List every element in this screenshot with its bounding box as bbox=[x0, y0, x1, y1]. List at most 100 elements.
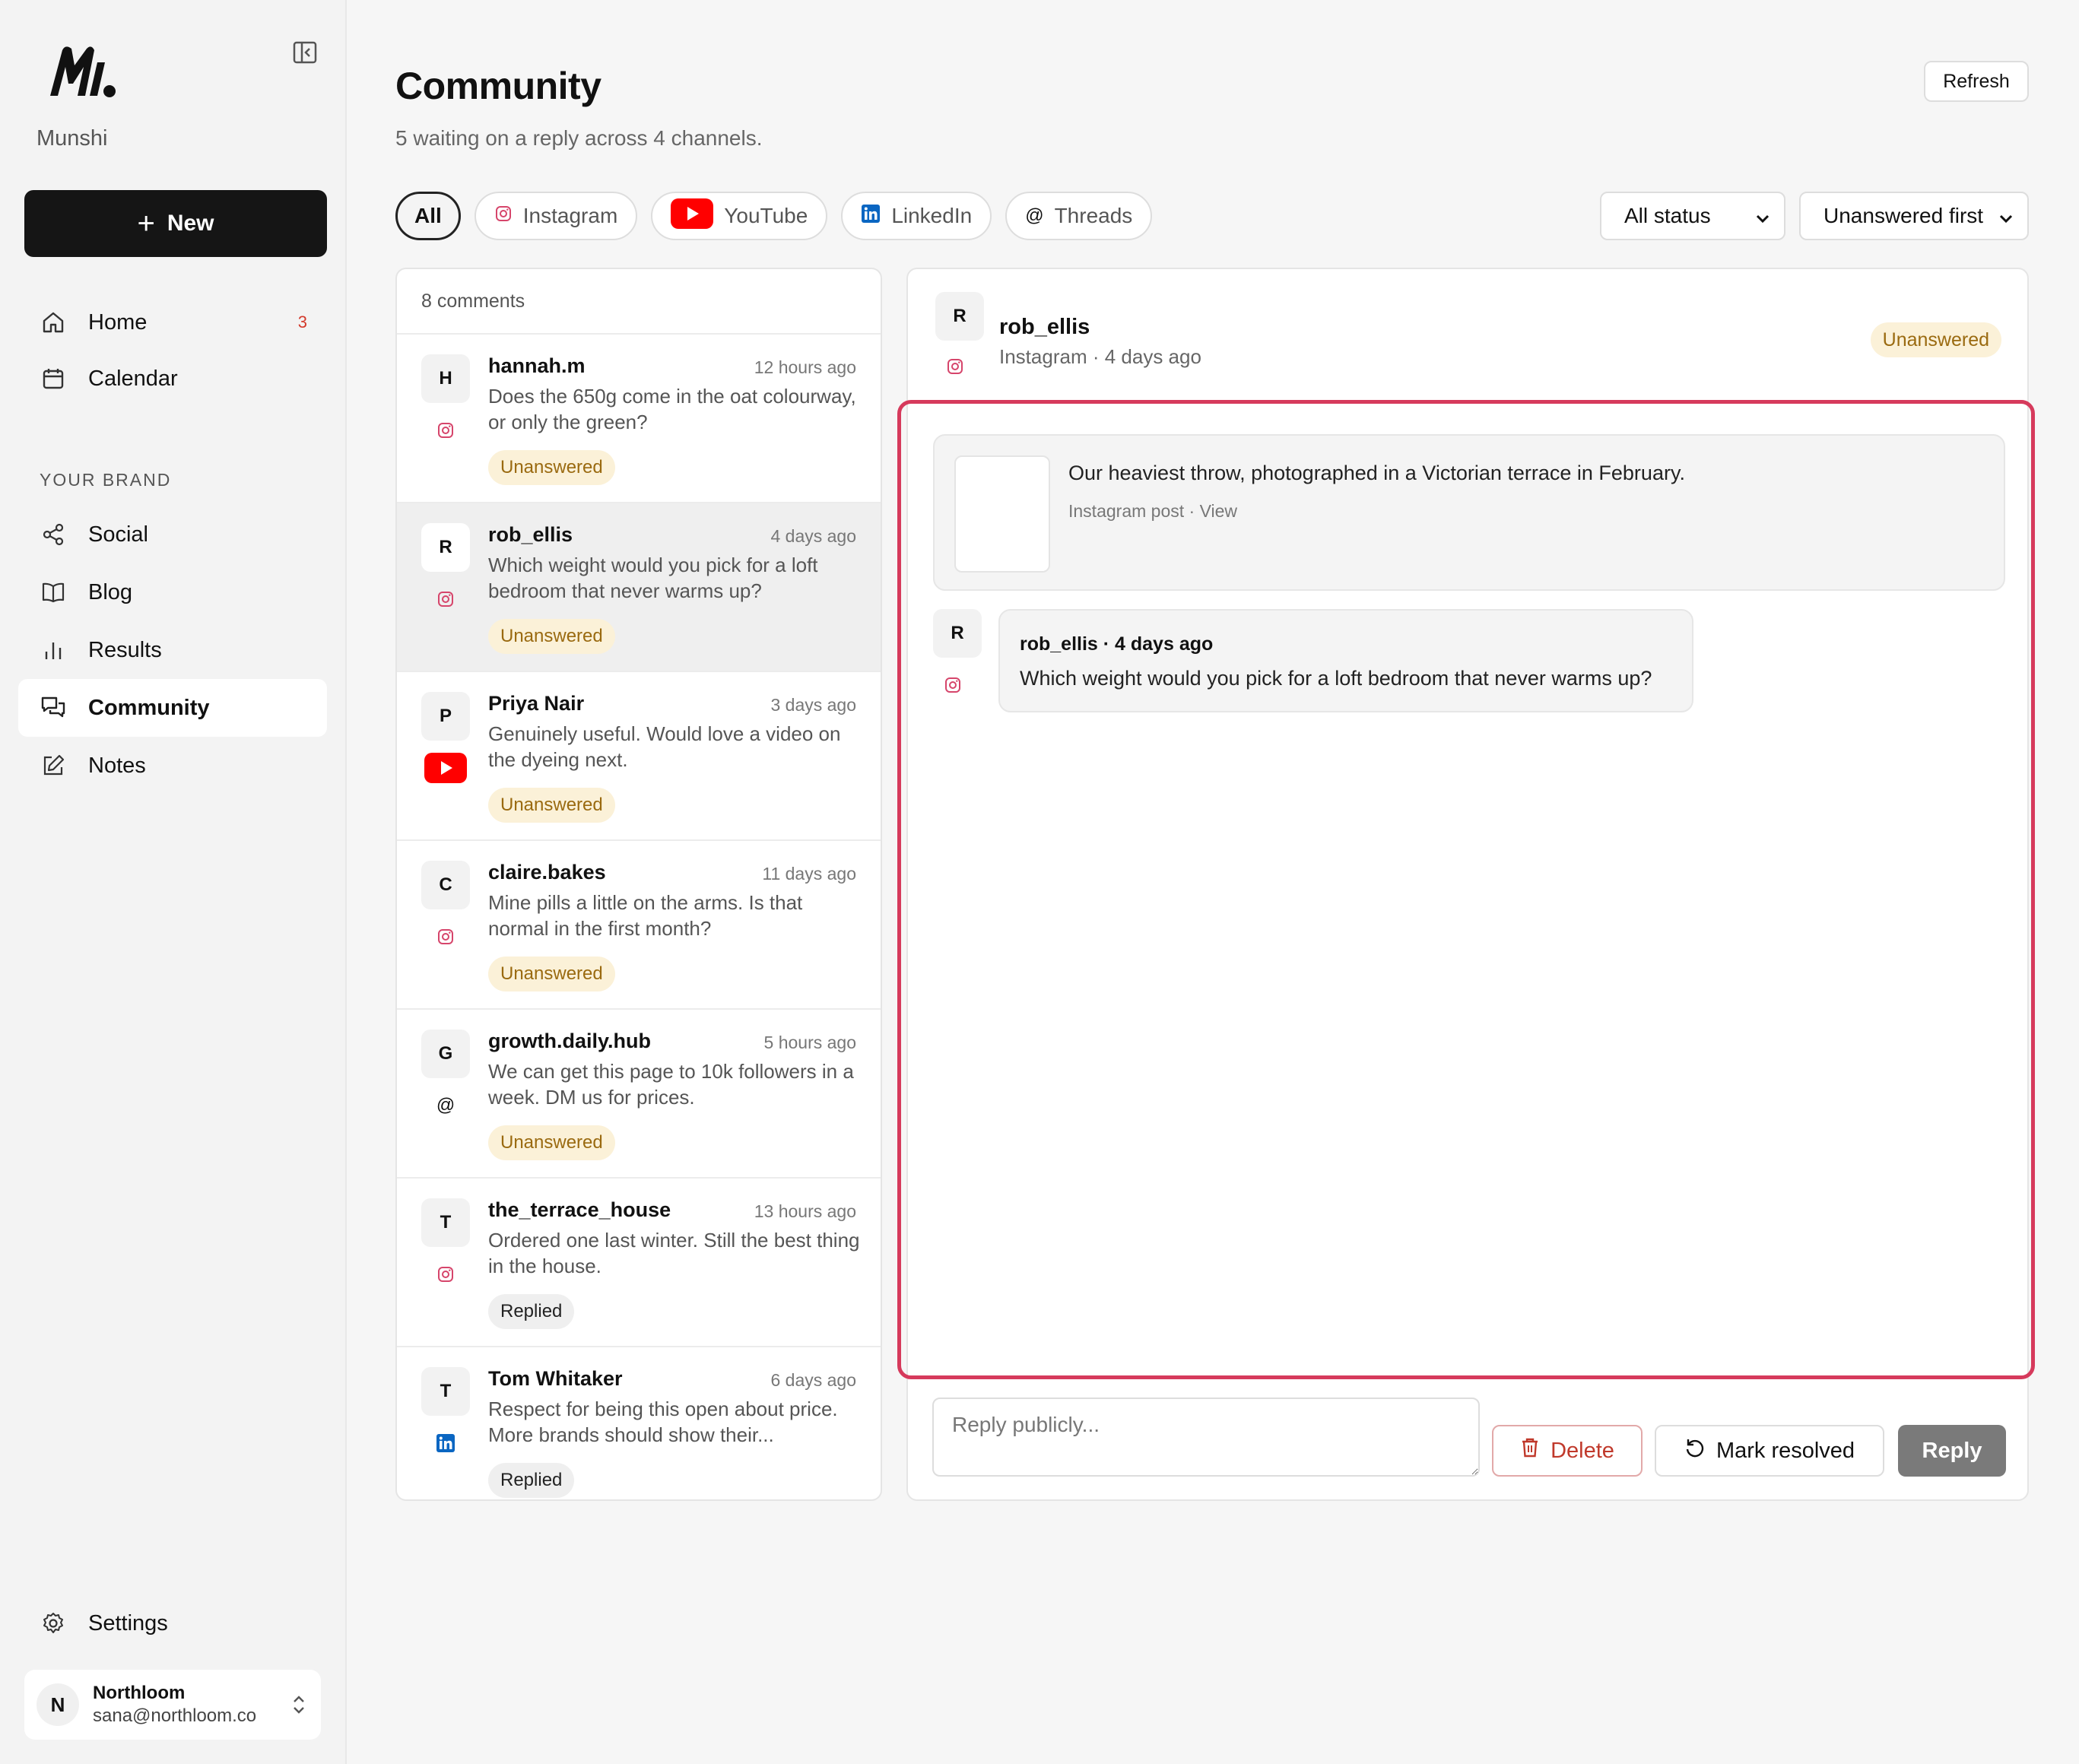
post-caption: Our heaviest throw, photographed in a Vi… bbox=[1068, 462, 1685, 484]
instagram-icon bbox=[424, 584, 467, 614]
chip-threads[interactable]: @ Threads bbox=[1005, 192, 1153, 240]
chip-label: All bbox=[414, 204, 442, 227]
comment-time: 5 hours ago bbox=[763, 1033, 856, 1052]
brand-name: Munshi bbox=[37, 126, 108, 151]
chip-all[interactable]: All bbox=[395, 192, 461, 240]
avatar: T bbox=[421, 1367, 470, 1416]
mark-resolved-label: Mark resolved bbox=[1716, 1438, 1855, 1463]
munshi-logo[interactable] bbox=[47, 44, 117, 99]
list-item[interactable]: T Tom Whitaker 6 days ago Respect for be… bbox=[397, 1347, 881, 1499]
detail-meta: Instagram · 4 days ago bbox=[999, 345, 1201, 368]
instagram-icon bbox=[944, 676, 962, 698]
chevron-up-down-icon bbox=[290, 1693, 307, 1721]
comment-time: 4 days ago bbox=[770, 526, 856, 546]
chip-label: YouTube bbox=[724, 204, 808, 227]
sidebar-item-social[interactable]: Social bbox=[18, 506, 327, 563]
home-icon bbox=[40, 309, 67, 336]
avatar: R bbox=[933, 609, 982, 658]
chevron-down-icon bbox=[1754, 208, 1772, 233]
comment-author: claire.bakes bbox=[488, 861, 606, 884]
instagram-icon bbox=[424, 1259, 467, 1290]
comment-author: growth.daily.hub bbox=[488, 1030, 651, 1052]
list-item[interactable]: H hannah.m 12 hours ago Does the 650g co… bbox=[397, 335, 881, 503]
edit-icon bbox=[40, 752, 67, 779]
avatar: P bbox=[421, 692, 470, 741]
comment-author: Priya Nair bbox=[488, 692, 585, 715]
chip-instagram[interactable]: Instagram bbox=[474, 192, 638, 240]
main-nav: Home 3 Calendar bbox=[18, 294, 327, 407]
list-item[interactable]: T the_terrace_house 13 hours ago Ordered… bbox=[397, 1179, 881, 1347]
status-badge: Unanswered bbox=[488, 788, 615, 823]
sidebar-item-results[interactable]: Results bbox=[18, 621, 327, 679]
status-badge: Replied bbox=[488, 1294, 575, 1329]
collapse-sidebar-icon[interactable] bbox=[292, 40, 318, 65]
list-item[interactable]: P Priya Nair 3 days ago Genuinely useful… bbox=[397, 672, 881, 841]
avatar: R bbox=[935, 292, 984, 341]
sidebar-item-calendar[interactable]: Calendar bbox=[18, 351, 327, 407]
comment-count: 8 comments bbox=[397, 269, 881, 335]
comment-author: hannah.m bbox=[488, 354, 586, 377]
comment-time: 6 days ago bbox=[770, 1370, 856, 1390]
book-icon bbox=[40, 579, 67, 606]
sidebar-item-label: Settings bbox=[88, 1610, 168, 1636]
status-badge: Unanswered bbox=[488, 1125, 615, 1160]
sidebar-item-community[interactable]: Community bbox=[18, 679, 327, 737]
rotate-ccw-icon bbox=[1684, 1437, 1706, 1464]
sidebar: Munshi + New Home 3 Calendar YOUR BRAND … bbox=[0, 0, 347, 1764]
instagram-icon bbox=[424, 415, 467, 446]
instagram-icon bbox=[946, 357, 964, 379]
sidebar-item-settings[interactable]: Settings bbox=[18, 1595, 327, 1651]
account-switcher[interactable]: N Northloom sana@northloom.co bbox=[24, 1670, 321, 1740]
sidebar-item-label: Community bbox=[88, 695, 210, 720]
list-item[interactable]: R rob_ellis 4 days ago Which weight woul… bbox=[397, 503, 881, 672]
linkedin-icon bbox=[861, 204, 881, 229]
status-select[interactable]: All status bbox=[1600, 192, 1785, 240]
sidebar-item-blog[interactable]: Blog bbox=[18, 563, 327, 621]
new-button-label: New bbox=[167, 211, 214, 236]
instagram-icon bbox=[424, 922, 467, 952]
status-badge: Replied bbox=[488, 1463, 575, 1498]
threads-icon: @ bbox=[1025, 205, 1044, 226]
message-bubble: rob_ellis · 4 days ago Which weight woul… bbox=[998, 609, 1693, 712]
list-item[interactable]: G @ growth.daily.hub 5 hours ago We can … bbox=[397, 1010, 881, 1179]
comment-text: Genuinely useful. Would love a video on … bbox=[488, 722, 841, 771]
instagram-icon bbox=[494, 204, 513, 228]
status-badge: Unanswered bbox=[1870, 322, 2001, 357]
share-icon bbox=[40, 521, 67, 548]
gear-icon bbox=[40, 1610, 67, 1637]
comment-time: 11 days ago bbox=[762, 864, 856, 884]
new-button[interactable]: + New bbox=[24, 190, 327, 257]
trash-icon bbox=[1520, 1437, 1540, 1464]
sidebar-item-notes[interactable]: Notes bbox=[18, 737, 327, 795]
sort-select-value: Unanswered first bbox=[1823, 204, 1984, 227]
sidebar-item-label: Calendar bbox=[88, 366, 178, 391]
delete-button[interactable]: Delete bbox=[1492, 1425, 1643, 1477]
post-preview[interactable]: Our heaviest throw, photographed in a Vi… bbox=[933, 434, 2005, 591]
status-badge: Unanswered bbox=[488, 957, 615, 991]
status-badge: Unanswered bbox=[488, 619, 615, 654]
chip-youtube[interactable]: YouTube bbox=[651, 192, 828, 240]
chevron-down-icon bbox=[1997, 208, 2015, 233]
status-badge: Unanswered bbox=[488, 450, 615, 485]
reply-button[interactable]: Reply bbox=[1898, 1425, 2006, 1477]
refresh-button[interactable]: Refresh bbox=[1924, 61, 2029, 102]
account-email: sana@northloom.co bbox=[93, 1705, 257, 1726]
chip-linkedin[interactable]: LinkedIn bbox=[841, 192, 992, 240]
sidebar-item-label: Social bbox=[88, 522, 148, 547]
chat-icon bbox=[40, 694, 67, 722]
threads-icon: @ bbox=[436, 1095, 455, 1115]
comment-text: Mine pills a little on the arms. Is that… bbox=[488, 891, 803, 940]
post-meta-link[interactable]: Instagram post · View bbox=[1068, 501, 1237, 522]
page-subtitle: 5 waiting on a reply across 4 channels. bbox=[395, 126, 763, 150]
reply-input[interactable] bbox=[932, 1398, 1480, 1477]
status-select-value: All status bbox=[1624, 204, 1711, 227]
mark-resolved-button[interactable]: Mark resolved bbox=[1655, 1425, 1884, 1477]
avatar: H bbox=[421, 354, 470, 403]
sidebar-item-home[interactable]: Home 3 bbox=[18, 294, 327, 351]
settings-nav: Settings bbox=[18, 1595, 327, 1651]
calendar-icon bbox=[40, 365, 67, 392]
list-item[interactable]: C claire.bakes 11 days ago Mine pills a … bbox=[397, 841, 881, 1010]
avatar: T bbox=[421, 1198, 470, 1247]
sort-select[interactable]: Unanswered first bbox=[1799, 192, 2029, 240]
account-name: Northloom bbox=[93, 1683, 186, 1703]
